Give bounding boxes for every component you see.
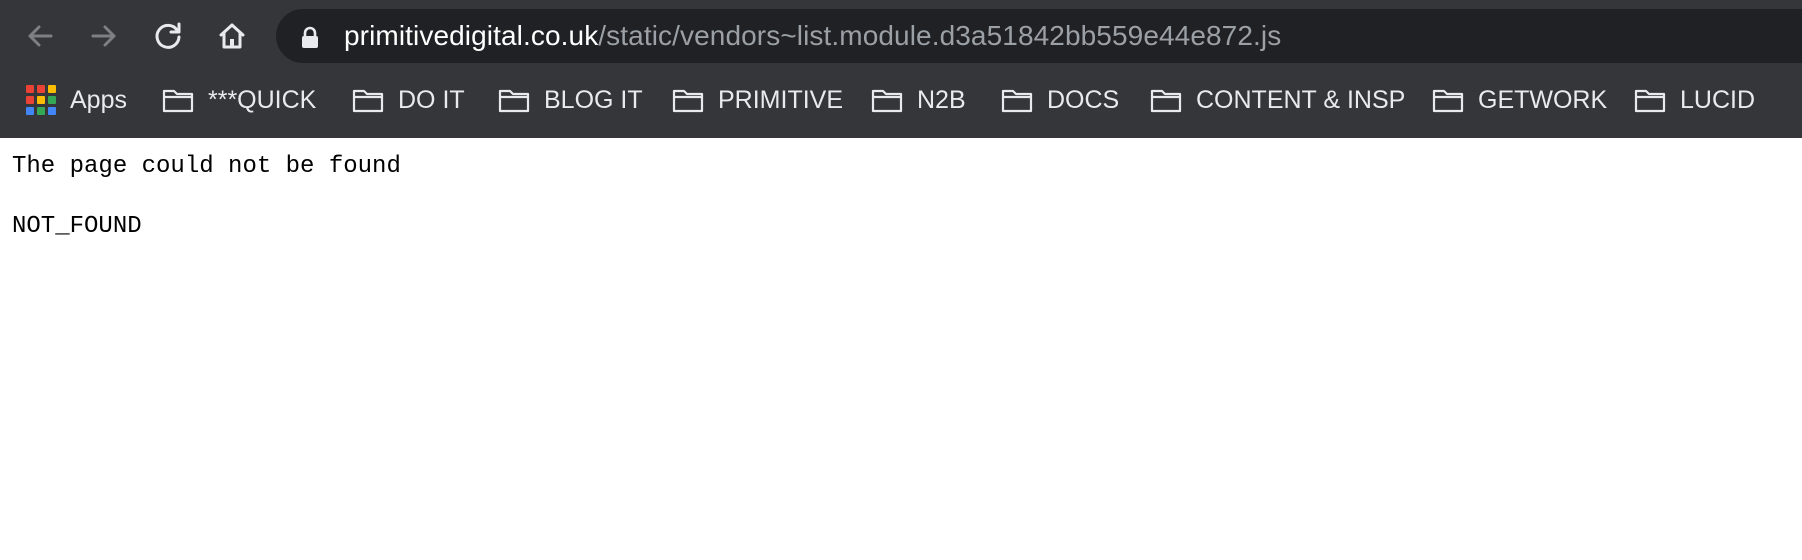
home-icon: [219, 23, 245, 49]
bookmark-n2b[interactable]: N2B: [871, 72, 966, 128]
bookmark-label: GETWORK: [1478, 85, 1608, 114]
bookmark-label: BLOG IT: [544, 85, 643, 114]
bookmark-quick[interactable]: ***QUICK: [162, 72, 316, 128]
navigation-bar: primitivedigital.co.uk/static/vendors~li…: [0, 0, 1802, 72]
bookmark-label: LUCID: [1680, 85, 1756, 114]
address-bar[interactable]: primitivedigital.co.uk/static/vendors~li…: [276, 9, 1802, 63]
folder-icon: [1150, 89, 1182, 113]
bookmark-blog-it[interactable]: BLOG IT: [498, 72, 643, 128]
reload-button[interactable]: [144, 12, 192, 60]
bookmark-getwork[interactable]: GETWORK: [1432, 72, 1607, 128]
error-code: NOT_FOUND: [12, 213, 142, 240]
error-message: The page could not be found: [12, 153, 401, 180]
browser-chrome: primitivedigital.co.uk/static/vendors~li…: [0, 0, 1802, 138]
bookmark-lucid[interactable]: LUCID: [1634, 72, 1755, 128]
bookmark-do-it[interactable]: DO IT: [352, 72, 465, 128]
bookmark-label: DOCS: [1047, 85, 1120, 114]
url-path: /static/vendors~list.module.d3a51842bb55…: [598, 20, 1282, 51]
arrow-left-icon: [28, 25, 53, 47]
folder-icon: [1634, 89, 1666, 113]
url-text[interactable]: primitivedigital.co.uk/static/vendors~li…: [344, 9, 1281, 63]
home-button[interactable]: [208, 12, 256, 60]
url-host: primitivedigital.co.uk: [344, 20, 599, 51]
bookmark-apps[interactable]: Apps: [26, 72, 127, 128]
folder-icon: [162, 89, 194, 113]
bookmark-label: Apps: [70, 85, 127, 114]
folder-icon: [672, 89, 704, 113]
folder-icon: [1432, 89, 1464, 113]
apps-grid-icon: [26, 85, 56, 115]
bookmark-primitive[interactable]: PRIMITIVE: [672, 72, 843, 128]
bookmark-label: CONTENT & INSP: [1196, 85, 1406, 114]
bookmark-label: ***QUICK: [208, 85, 317, 114]
arrow-right-icon: [91, 25, 116, 47]
folder-icon: [498, 89, 530, 113]
back-button[interactable]: [16, 12, 64, 60]
lock-icon[interactable]: [300, 26, 320, 48]
folder-icon: [1001, 89, 1033, 113]
bookmark-label: N2B: [917, 85, 966, 114]
folder-icon: [352, 89, 384, 113]
forward-button[interactable]: [80, 12, 128, 60]
bookmark-content-insp[interactable]: CONTENT & INSP: [1150, 72, 1405, 128]
reload-icon: [155, 22, 181, 49]
bookmark-label: DO IT: [398, 85, 465, 114]
folder-icon: [871, 89, 903, 113]
bookmark-docs[interactable]: DOCS: [1001, 72, 1119, 128]
bookmark-label: PRIMITIVE: [718, 85, 844, 114]
bookmarks-bar: Apps ***QUICK DO IT BLOG IT PRIMITIVE N2…: [0, 72, 1802, 138]
